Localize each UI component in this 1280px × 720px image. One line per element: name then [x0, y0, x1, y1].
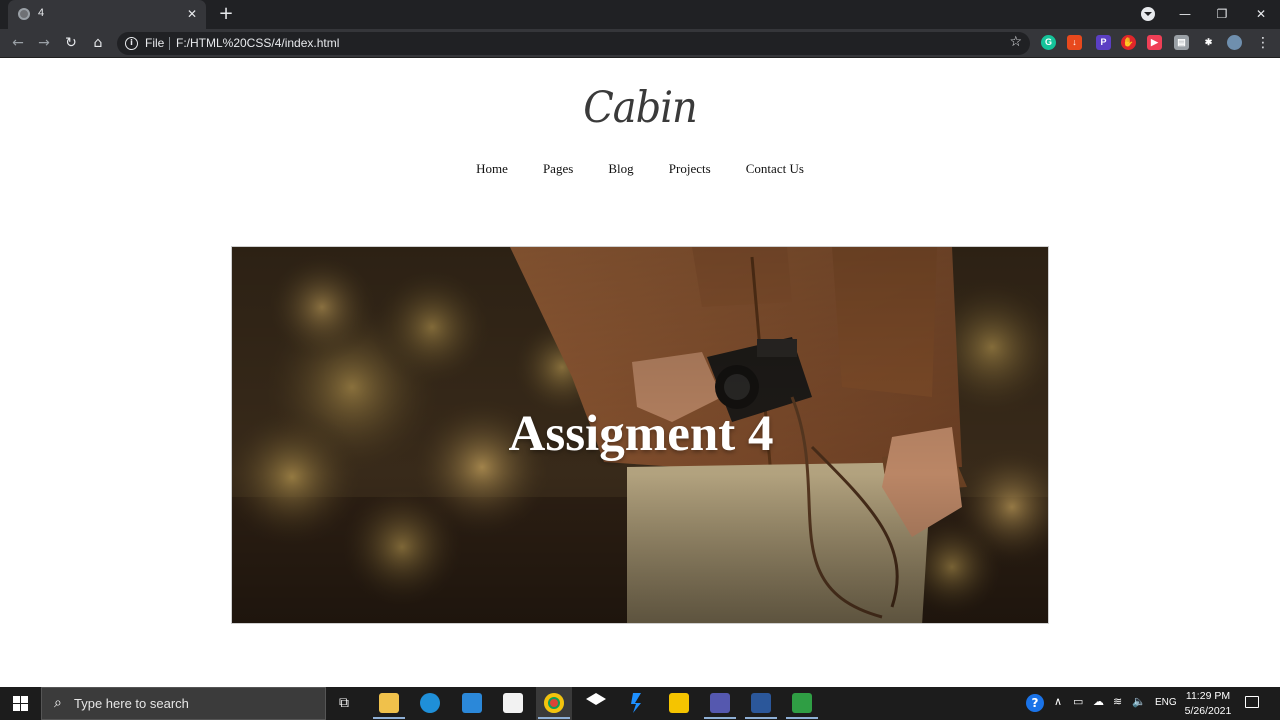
- nav-link-blog[interactable]: Blog: [608, 161, 633, 177]
- notification-center-icon[interactable]: [1245, 696, 1259, 708]
- clock-date: 5/26/2021: [1184, 705, 1232, 717]
- new-tab-button[interactable]: +: [216, 4, 236, 24]
- taskbar-search-placeholder: Type here to search: [74, 696, 189, 711]
- grammarly-icon[interactable]: G: [1041, 35, 1056, 50]
- bookmark-star-icon[interactable]: ☆: [1009, 34, 1022, 50]
- file-explorer-icon[interactable]: [379, 693, 399, 713]
- site-nav: Home Pages Blog Projects Contact Us: [0, 158, 1280, 177]
- site-logo[interactable]: Cabin: [0, 83, 1280, 133]
- browser-toolbar: ← → ↻ ⌂ i File F:/HTML%20CSS/4/index.htm…: [0, 29, 1280, 58]
- extension-grey-icon[interactable]: ▤: [1174, 35, 1189, 50]
- restore-icon[interactable]: ❐: [1212, 5, 1232, 23]
- close-tab-icon[interactable]: ✕: [184, 6, 200, 22]
- tab-title: 4: [38, 7, 45, 19]
- web-page: Cabin Home Pages Blog Projects Contact U…: [0, 59, 1280, 687]
- search-icon: ⌕: [54, 695, 62, 711]
- back-arrow-icon[interactable]: ←: [9, 34, 27, 52]
- task-view-icon[interactable]: ⧉: [339, 694, 349, 711]
- chrome-menu-icon[interactable]: ⋮: [1256, 34, 1270, 52]
- language-indicator[interactable]: ENG: [1155, 697, 1177, 708]
- excel-icon[interactable]: [792, 693, 812, 713]
- adblock-icon[interactable]: ✋: [1121, 35, 1136, 50]
- help-icon[interactable]: ?: [1026, 694, 1044, 712]
- home-icon[interactable]: ⌂: [89, 34, 107, 52]
- battery-icon[interactable]: ▭: [1073, 695, 1083, 708]
- hero-banner: Assigment 4: [231, 246, 1049, 624]
- browser-tab-bar: 4 ✕ + — ❐ ✕: [0, 0, 1280, 29]
- reload-icon[interactable]: ↻: [62, 34, 80, 52]
- word-icon[interactable]: [751, 693, 771, 713]
- window-close-icon[interactable]: ✕: [1251, 5, 1271, 23]
- extension-badge-icon[interactable]: P: [1096, 35, 1111, 50]
- info-icon[interactable]: i: [125, 37, 138, 50]
- nav-link-home[interactable]: Home: [476, 161, 508, 177]
- windows-taskbar: ⌕ Type here to search ⧉ ? ∧ ▭ ☁ ≋ 🔈 ENG …: [0, 687, 1280, 720]
- windows-start-icon[interactable]: [0, 687, 40, 720]
- chevron-up-icon[interactable]: ∧: [1054, 695, 1062, 708]
- wifi-icon[interactable]: ≋: [1113, 695, 1122, 708]
- chrome-icon[interactable]: [544, 693, 564, 713]
- pocket-icon[interactable]: ▶: [1147, 35, 1162, 50]
- store-icon[interactable]: [503, 693, 523, 713]
- url-scheme-label: File: [145, 36, 165, 50]
- system-clock[interactable]: 11:29 PM 5/26/2021: [1178, 689, 1238, 719]
- volume-icon[interactable]: 🔈: [1132, 695, 1146, 708]
- edge-icon[interactable]: [420, 693, 440, 713]
- clock-time: 11:29 PM: [1185, 690, 1231, 702]
- puzzle-icon[interactable]: ✱: [1201, 35, 1216, 50]
- browser-tab[interactable]: 4 ✕: [8, 0, 206, 29]
- onedrive-icon[interactable]: ☁: [1093, 695, 1104, 708]
- mail-icon[interactable]: [462, 693, 482, 713]
- url-separator: [169, 37, 170, 50]
- file-explorer-running-indicator: [373, 717, 405, 719]
- teams-running-indicator: [704, 717, 736, 719]
- download-extension-icon[interactable]: ↓: [1067, 35, 1082, 50]
- address-bar[interactable]: i File F:/HTML%20CSS/4/index.html ☆: [117, 32, 1030, 55]
- teams-icon[interactable]: [710, 693, 730, 713]
- dropbox-icon[interactable]: [586, 693, 606, 705]
- url-text[interactable]: F:/HTML%20CSS/4/index.html: [176, 36, 339, 50]
- word-running-indicator: [745, 717, 777, 719]
- chrome-running-indicator: [538, 717, 570, 719]
- profile-avatar[interactable]: [1227, 35, 1242, 50]
- taskbar-search-box[interactable]: ⌕ Type here to search: [41, 687, 326, 720]
- excel-running-indicator: [786, 717, 818, 719]
- visual-studio-code-icon[interactable]: [631, 693, 641, 713]
- nav-link-pages[interactable]: Pages: [543, 161, 573, 177]
- tab-search-icon[interactable]: [1141, 7, 1155, 21]
- sticky-notes-icon[interactable]: [669, 693, 689, 713]
- hero-title: Assigment 4: [508, 406, 774, 462]
- minimize-icon[interactable]: —: [1175, 5, 1195, 23]
- nav-link-projects[interactable]: Projects: [669, 161, 711, 177]
- forward-arrow-icon[interactable]: →: [35, 34, 53, 52]
- nav-link-contact-us[interactable]: Contact Us: [746, 161, 804, 177]
- globe-icon: [18, 8, 30, 20]
